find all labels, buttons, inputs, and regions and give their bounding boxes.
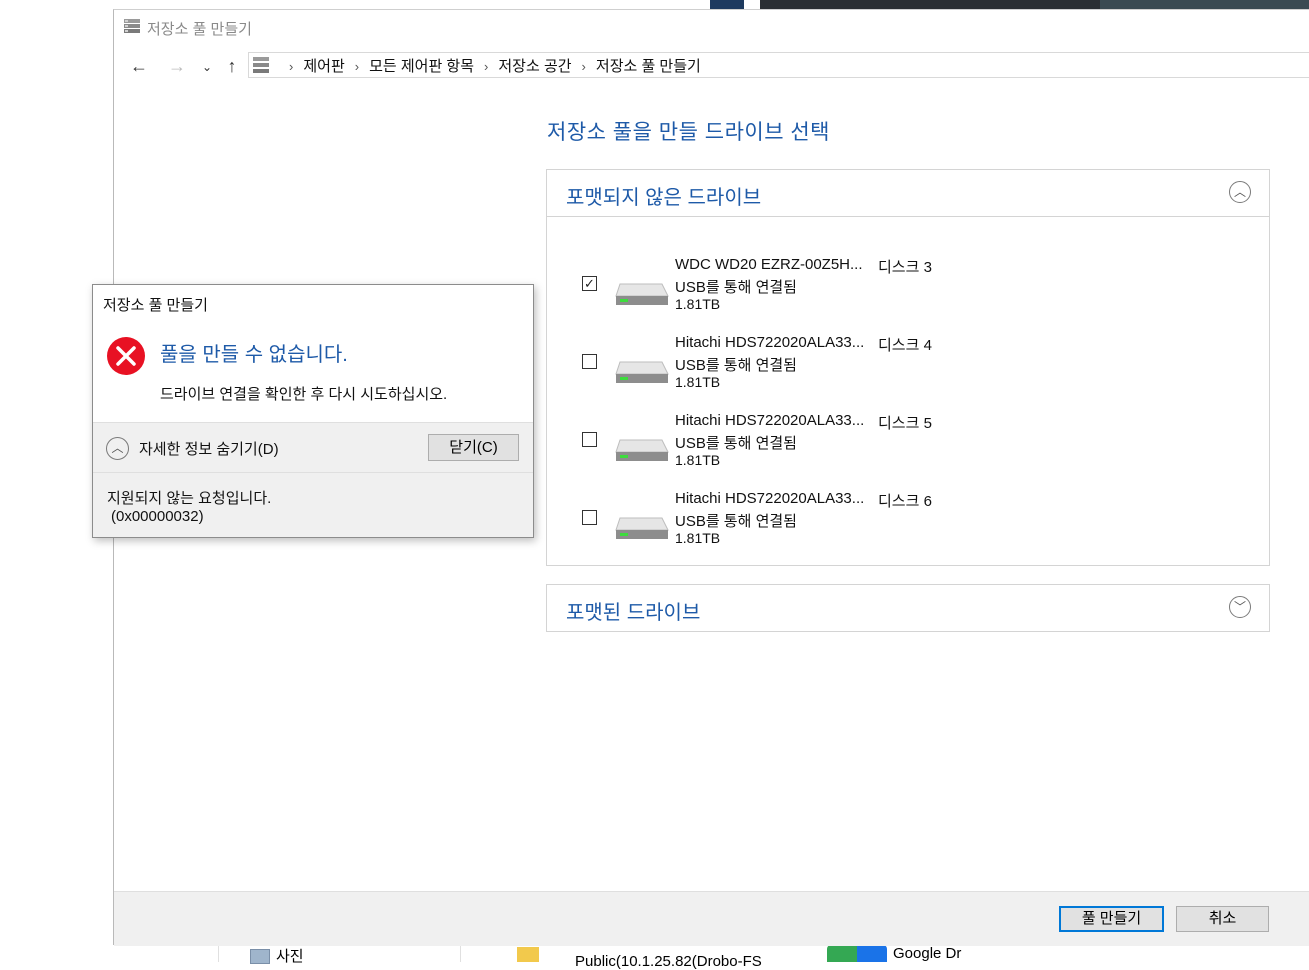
expand-chevron-down-icon[interactable]: ﹀ [1229, 596, 1251, 618]
drive-size: 1.81TB [675, 374, 721, 390]
hard-drive-icon [615, 439, 669, 461]
storage-spaces-icon [253, 57, 269, 73]
background-dark-window [760, 0, 1100, 9]
breadcrumb-separator-icon[interactable]: › [484, 59, 488, 74]
page-title: 저장소 풀을 만들 드라이브 선택 [547, 121, 830, 144]
drive-size: 1.81TB [675, 452, 721, 468]
breadcrumb-separator-icon[interactable]: › [582, 59, 586, 74]
breadcrumb: › 제어판 › 모든 제어판 항목 › 저장소 공간 › 저장소 풀 만들기 [279, 55, 701, 76]
dialog-button-bar: ︿ 자세한 정보 숨기기(D) 닫기(C) [93, 422, 533, 473]
dialog-title: 저장소 풀 만들기 [103, 297, 208, 314]
drive-disk-number: 디스크 5 [878, 415, 932, 432]
formatted-drives-group[interactable]: 포맷된 드라이브 ﹀ [546, 584, 1270, 632]
background-blue-window [710, 0, 744, 9]
breadcrumb-separator-icon: › [289, 59, 294, 74]
storage-spaces-icon [124, 19, 140, 33]
formatted-drives-title: 포맷된 드라이브 [566, 602, 701, 624]
hard-drive-icon [615, 283, 669, 305]
drive-checkbox-disk3[interactable]: ✓ [582, 276, 597, 291]
hard-drive-icon [615, 517, 669, 539]
unformatted-drives-title: 포맷되지 않은 드라이브 [566, 187, 762, 209]
drive-item-disk3: ✓ WDC WD20 EZRZ-00Z5H... USB를 통해 연결됨 1.8… [582, 256, 1262, 326]
wizard-footer: 풀 만들기 취소 [114, 891, 1309, 946]
dialog-details-area: 지원되지 않는 요청입니다. (0x00000032) [93, 473, 533, 537]
drive-connection: USB를 통해 연결됨 [675, 435, 797, 452]
window-title: 저장소 풀 만들기 [147, 21, 252, 38]
error-icon [107, 337, 145, 375]
title-bar: 저장소 풀 만들기 [114, 10, 1309, 44]
background-explorer-strip: 사진 Public(10.1.25.82(Drobo-FS Google Dr [114, 945, 1309, 970]
drive-disk-number: 디스크 6 [878, 493, 932, 510]
unformatted-drives-group: 포맷되지 않은 드라이브 ︿ ✓ WDC WD20 EZRZ-00Z5H... … [546, 169, 1270, 566]
collapse-chevron-up-icon[interactable]: ︿ [1229, 181, 1251, 203]
breadcrumb-control-panel[interactable]: 제어판 [303, 58, 344, 75]
hard-drive-icon [615, 361, 669, 383]
bg-item-photos[interactable]: 사진 [276, 945, 304, 966]
drive-size: 1.81TB [675, 530, 721, 546]
drive-item-disk4: Hitachi HDS722020ALA33... USB를 통해 연결됨 1.… [582, 334, 1262, 404]
drive-name: Hitachi HDS722020ALA33... [675, 412, 865, 429]
details-chevron-up-icon[interactable]: ︿ [106, 437, 129, 460]
drive-name: Hitachi HDS722020ALA33... [675, 334, 865, 351]
breadcrumb-separator-icon[interactable]: › [355, 59, 359, 74]
drive-checkbox-disk4[interactable] [582, 354, 597, 369]
cancel-button[interactable]: 취소 [1176, 906, 1269, 932]
up-arrow-icon[interactable]: ↑ [221, 56, 243, 77]
dialog-sub-message: 드라이브 연결을 확인한 후 다시 시도하십시오. [160, 386, 448, 403]
unformatted-drives-header[interactable]: 포맷되지 않은 드라이브 ︿ [547, 170, 1269, 217]
breadcrumb-all-items[interactable]: 모든 제어판 항목 [369, 58, 474, 75]
error-dialog: 저장소 풀 만들기 풀을 만들 수 없습니다. 드라이브 연결을 확인한 후 다… [92, 284, 534, 538]
drive-disk-number: 디스크 3 [878, 259, 932, 276]
detail-message: 지원되지 않는 요청입니다. [107, 490, 272, 507]
error-code: (0x00000032) [111, 508, 204, 525]
drive-name: Hitachi HDS722020ALA33... [675, 490, 865, 507]
bg-item-google-drive[interactable]: Google Dr [893, 945, 963, 962]
close-button[interactable]: 닫기(C) [428, 434, 519, 461]
navigation-bar: ← → ⌄ ↑ › 제어판 › 모든 제어판 항목 › 저장소 공간 › 저장소 풀 만들기 [114, 48, 1309, 86]
drive-checkbox-disk6[interactable] [582, 510, 597, 525]
background-dark-window-2 [1100, 0, 1309, 9]
breadcrumb-create-pool[interactable]: 저장소 풀 만들기 [596, 58, 701, 75]
drive-checkbox-disk5[interactable] [582, 432, 597, 447]
recent-locations-chevron-icon[interactable]: ⌄ [196, 60, 218, 74]
create-pool-button[interactable]: 풀 만들기 [1059, 906, 1164, 932]
dialog-main-message: 풀을 만들 수 없습니다. [160, 344, 348, 366]
drive-connection: USB를 통해 연결됨 [675, 279, 797, 296]
drive-item-disk6: Hitachi HDS722020ALA33... USB를 통해 연결됨 1.… [582, 490, 1262, 560]
bg-divider [218, 945, 219, 962]
formatted-drives-header[interactable]: 포맷된 드라이브 ﹀ [547, 585, 1269, 632]
drive-disk-number: 디스크 4 [878, 337, 932, 354]
bg-divider [460, 945, 461, 962]
folder-icon [517, 947, 539, 962]
address-bar[interactable]: › 제어판 › 모든 제어판 항목 › 저장소 공간 › 저장소 풀 만들기 [248, 52, 1309, 78]
drive-connection: USB를 통해 연결됨 [675, 513, 797, 530]
drive-connection: USB를 통해 연결됨 [675, 357, 797, 374]
breadcrumb-storage-spaces[interactable]: 저장소 공간 [498, 58, 571, 75]
hide-details-toggle[interactable]: 자세한 정보 숨기기(D) [139, 438, 279, 459]
back-arrow-icon[interactable]: ← [128, 56, 150, 77]
drive-item-disk5: Hitachi HDS722020ALA33... USB를 통해 연결됨 1.… [582, 412, 1262, 482]
drive-size: 1.81TB [675, 296, 721, 312]
drive-name: WDC WD20 EZRZ-00Z5H... [675, 256, 863, 273]
google-drive-icon [827, 945, 887, 962]
forward-arrow-icon[interactable]: → [166, 56, 188, 77]
